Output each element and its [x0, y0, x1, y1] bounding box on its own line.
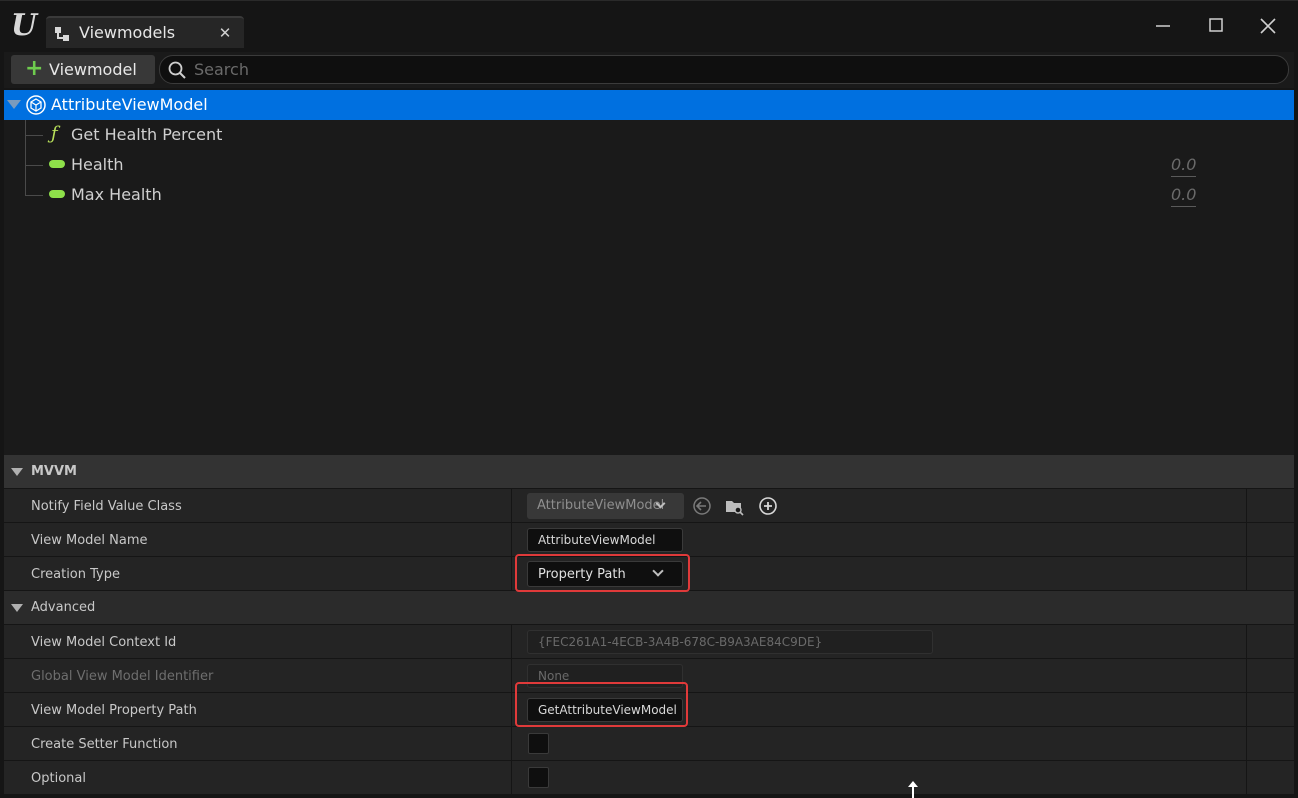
row-optional: Optional — [4, 761, 1294, 795]
property-name: Create Setter Function — [31, 737, 178, 752]
tree-root-label: AttributeViewModel — [51, 95, 208, 114]
collapse-arrow-icon[interactable] — [11, 604, 23, 612]
row-view-model-context-id: View Model Context Id {FEC261A1-4ECB-3A4… — [4, 625, 1294, 659]
tab-close-icon[interactable]: ✕ — [216, 22, 234, 44]
viewmodel-tree: AttributeViewModel ƒ Get Health Percent … — [4, 90, 1294, 455]
tab-viewmodels[interactable]: Viewmodels ✕ — [46, 16, 244, 48]
input-value: AttributeViewModel — [538, 533, 656, 547]
property-value: 0.0 — [1171, 184, 1197, 207]
context-id-field[interactable]: {FEC261A1-4ECB-3A4B-678C-B9A3AE84C9DE} — [527, 630, 933, 654]
search-input[interactable] — [194, 58, 1274, 81]
browse-folder-icon[interactable] — [724, 496, 744, 516]
tree-item-get-health-percent[interactable]: ƒ Get Health Percent — [4, 120, 1294, 150]
optional-checkbox[interactable] — [528, 767, 549, 788]
property-name: Creation Type — [31, 567, 120, 582]
category-advanced[interactable]: Advanced — [4, 591, 1294, 625]
tree-item-attribute-viewmodel[interactable]: AttributeViewModel — [4, 90, 1294, 120]
category-mvvm[interactable]: MVVM — [4, 455, 1294, 489]
row-create-setter-function: Create Setter Function — [4, 727, 1294, 761]
property-name: View Model Context Id — [31, 635, 177, 650]
minimize-icon[interactable] — [1149, 13, 1177, 39]
add-circle-icon[interactable] — [758, 496, 778, 516]
search-box[interactable] — [159, 55, 1289, 84]
add-viewmodel-button[interactable]: + Viewmodel — [11, 55, 155, 84]
unreal-logo-icon[interactable]: U — [8, 9, 40, 43]
tab-title: Viewmodels — [79, 23, 176, 42]
viewmodel-class-icon — [26, 95, 46, 115]
plus-icon: + — [25, 56, 44, 81]
maximize-icon[interactable] — [1202, 13, 1230, 39]
add-viewmodel-label: Viewmodel — [49, 60, 137, 79]
use-selected-arrow-icon[interactable] — [692, 496, 712, 516]
property-name: Notify Field Value Class — [31, 499, 182, 514]
input-value: {FEC261A1-4ECB-3A4B-678C-B9A3AE84C9DE} — [538, 635, 823, 649]
highlight-creation-type — [515, 554, 690, 592]
property-name: Global View Model Identifier — [31, 669, 214, 684]
title-bar: U Viewmodels ✕ — [0, 0, 1298, 50]
row-notify-field-value-class: Notify Field Value Class AttributeViewMo… — [4, 489, 1294, 523]
close-window-icon[interactable] — [1254, 13, 1282, 39]
float-property-icon — [49, 160, 65, 168]
collapse-arrow-icon[interactable] — [11, 468, 23, 476]
row-view-model-name: View Model Name AttributeViewModel — [4, 523, 1294, 557]
category-label: MVVM — [31, 464, 77, 479]
view-model-name-input[interactable]: AttributeViewModel — [527, 528, 683, 552]
notify-class-dropdown[interactable]: AttributeViewModel — [527, 493, 684, 519]
tree-item-label: Get Health Percent — [71, 125, 223, 144]
property-name: Optional — [31, 771, 86, 786]
function-icon: ƒ — [51, 123, 58, 144]
property-name: View Model Property Path — [31, 703, 197, 718]
tree-item-max-health[interactable]: Max Health 0.0 — [4, 180, 1294, 210]
details-panel: MVVM Notify Field Value Class AttributeV… — [4, 455, 1294, 795]
search-icon — [168, 61, 186, 79]
tree-item-label: Max Health — [71, 185, 162, 204]
viewmodel-tab-icon — [55, 27, 69, 41]
dropdown-value: AttributeViewModel — [537, 498, 665, 513]
highlight-property-path — [515, 682, 688, 727]
expand-arrow-icon[interactable] — [7, 100, 21, 109]
create-setter-checkbox[interactable] — [528, 733, 549, 754]
toolbar: + Viewmodel — [4, 52, 1294, 88]
tree-item-label: Health — [71, 155, 124, 174]
property-value: 0.0 — [1171, 154, 1197, 177]
property-name: View Model Name — [31, 533, 148, 548]
mouse-cursor-icon — [908, 781, 918, 798]
tree-item-health[interactable]: Health 0.0 — [4, 150, 1294, 180]
float-property-icon — [49, 190, 65, 198]
category-label: Advanced — [31, 600, 96, 615]
